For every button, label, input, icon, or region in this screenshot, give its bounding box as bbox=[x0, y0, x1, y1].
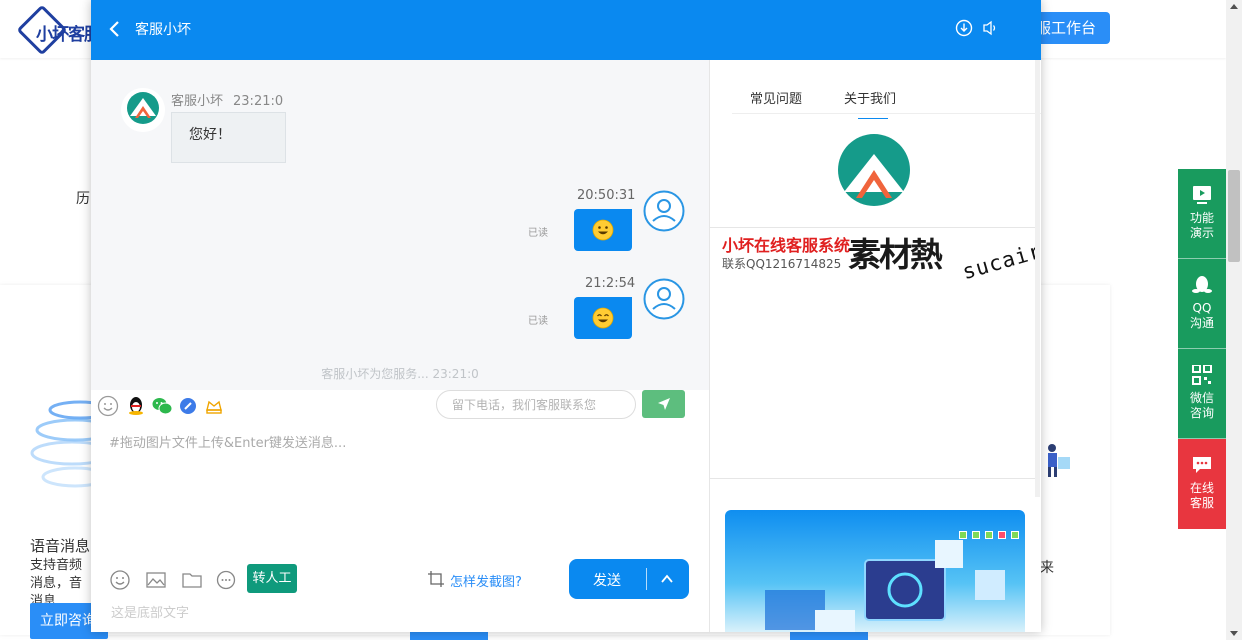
send-button[interactable]: 发送 bbox=[569, 559, 689, 599]
scroll-up-icon[interactable] bbox=[1230, 4, 1238, 9]
message-bubble bbox=[574, 209, 632, 251]
about-title: 小坏在线客服系统 bbox=[722, 236, 850, 255]
chat-bubble-icon[interactable] bbox=[215, 569, 237, 591]
grinning-emoji-icon bbox=[592, 219, 614, 241]
crop-icon[interactable] bbox=[427, 570, 445, 588]
scroll-thumb[interactable] bbox=[1228, 170, 1240, 262]
chat-window: 客服小坏 客服小坏 23:21:0 您好！ 20:50:31 已读 21:2:5… bbox=[91, 0, 1041, 632]
play-icon bbox=[1193, 186, 1211, 204]
folder-icon[interactable] bbox=[181, 569, 203, 591]
page-scrollbar[interactable] bbox=[1226, 0, 1242, 640]
person-illustration-icon bbox=[1048, 444, 1070, 477]
message-bubble bbox=[574, 297, 632, 339]
chat-header: 客服小坏 bbox=[91, 0, 1041, 60]
message-time: 21:2:54 bbox=[585, 276, 636, 291]
info-panel: 常见问题 关于我们 小坏在线客服系统 联系QQ1216714825 素材熱 su… bbox=[709, 60, 1041, 632]
float-item-wechat[interactable]: 微信 咨询 bbox=[1178, 349, 1226, 439]
tab-active-indicator bbox=[858, 118, 888, 119]
tab-about-us[interactable]: 关于我们 bbox=[844, 88, 896, 107]
phone-input[interactable] bbox=[436, 390, 636, 419]
message-meta: 客服小坏 23:21:0 bbox=[171, 90, 283, 109]
message-bubble: 您好！ bbox=[171, 112, 286, 163]
qr-code-icon bbox=[1192, 365, 1212, 385]
chat-title: 客服小坏 bbox=[135, 22, 191, 38]
tab-faq[interactable]: 常见问题 bbox=[750, 88, 802, 107]
site-bottom-strip bbox=[410, 631, 488, 640]
chevron-up-icon[interactable] bbox=[660, 572, 674, 586]
message-input[interactable] bbox=[109, 432, 689, 552]
transfer-to-human-button[interactable]: 转人工 bbox=[247, 564, 297, 593]
float-item-demo[interactable]: 功能 演示 bbox=[1178, 169, 1226, 259]
image-icon[interactable] bbox=[145, 569, 167, 591]
panel-divider bbox=[710, 478, 1035, 479]
footer-text: 这是底部文字 bbox=[111, 606, 190, 621]
company-logo-icon bbox=[838, 134, 910, 206]
service-note: 客服小坏为您服务... 23:21:0 bbox=[321, 367, 479, 381]
promo-banner[interactable] bbox=[725, 510, 1025, 632]
message-time: 20:50:31 bbox=[577, 188, 636, 203]
smiling-emoji-icon bbox=[592, 307, 614, 329]
site-right-snippet: 来 bbox=[1040, 560, 1054, 576]
chat-icon bbox=[1193, 457, 1211, 473]
panel-scrollbar[interactable] bbox=[1035, 60, 1040, 497]
phone-send-button[interactable] bbox=[642, 390, 685, 418]
float-item-online-service[interactable]: 在线 客服 bbox=[1178, 439, 1226, 529]
send-divider bbox=[646, 568, 647, 590]
emoji-icon[interactable] bbox=[109, 569, 131, 591]
floating-toolbar: 功能 演示 QQ 沟通 微信 咨询 在线 客服 bbox=[1178, 169, 1226, 529]
send-label: 发送 bbox=[593, 573, 621, 589]
float-item-qq[interactable]: QQ 沟通 bbox=[1178, 259, 1226, 349]
watermark-en: sucaire.com bbox=[959, 219, 1041, 285]
about-contact-qq: 联系QQ1216714825 bbox=[722, 257, 842, 271]
back-icon[interactable] bbox=[105, 18, 127, 40]
link-icon[interactable] bbox=[177, 395, 199, 417]
hat-icon[interactable] bbox=[203, 395, 225, 417]
qq-penguin-icon[interactable] bbox=[125, 395, 147, 417]
screenshot-help-link[interactable]: 怎样发截图? bbox=[450, 571, 522, 590]
user-avatar bbox=[643, 278, 685, 320]
qq-icon bbox=[1192, 276, 1212, 293]
emoji-icon[interactable] bbox=[97, 395, 119, 417]
read-status: 已读 bbox=[528, 228, 548, 239]
message-sender: 客服小坏 bbox=[171, 94, 224, 109]
user-avatar bbox=[643, 190, 685, 232]
send-arrow-icon bbox=[658, 398, 670, 410]
banner-illustration bbox=[765, 540, 1005, 632]
watermark-cn: 素材熱 bbox=[848, 235, 943, 274]
site-bottom-strip bbox=[790, 631, 868, 640]
scroll-down-icon[interactable] bbox=[1230, 631, 1238, 636]
message-list[interactable]: 客服小坏 23:21:0 您好！ 20:50:31 已读 21:2:54 已读 bbox=[91, 60, 709, 390]
service-avatar bbox=[121, 88, 165, 132]
wechat-icon[interactable] bbox=[151, 395, 173, 417]
input-area: 转人工 怎样发截图? 发送 这是底部文字 bbox=[91, 390, 709, 632]
download-icon[interactable] bbox=[955, 19, 973, 37]
feature-title: 语音消息 bbox=[30, 537, 91, 555]
sound-icon[interactable] bbox=[982, 19, 1000, 37]
read-status: 已读 bbox=[528, 316, 548, 327]
site-left-snippet: 历 bbox=[76, 191, 90, 207]
message-time: 23:21:0 bbox=[233, 94, 284, 109]
panel-tabs: 常见问题 关于我们 bbox=[732, 88, 1041, 114]
